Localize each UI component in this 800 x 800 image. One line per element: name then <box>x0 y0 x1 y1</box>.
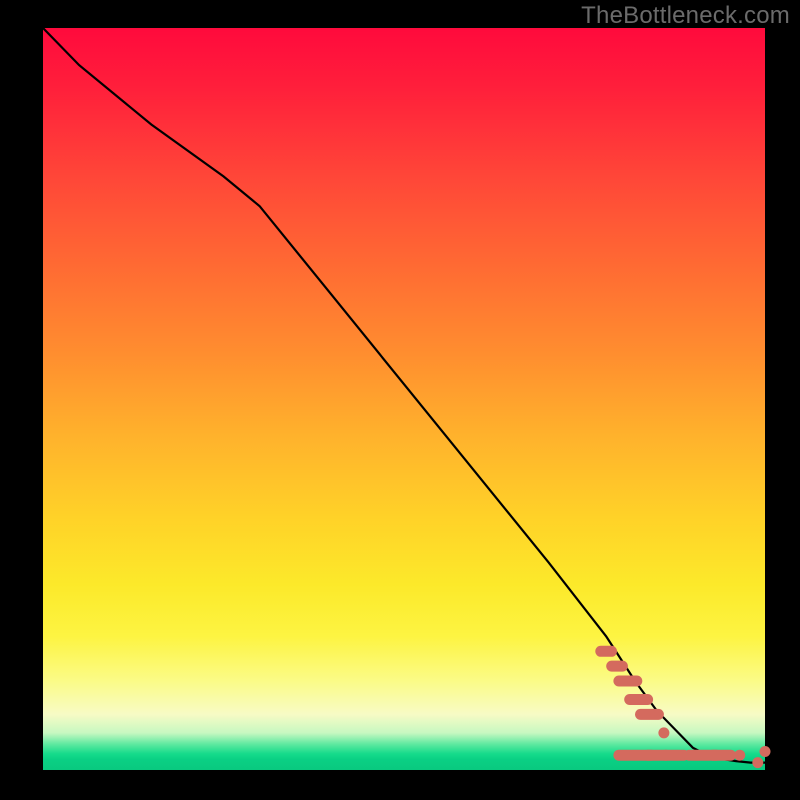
marker-dot <box>734 750 745 761</box>
marker-dash <box>624 694 653 705</box>
marker-dot <box>760 746 771 757</box>
watermark-text: TheBottleneck.com <box>581 2 790 30</box>
marker-dash <box>707 750 736 761</box>
marker-dash <box>595 646 617 657</box>
marker-dot <box>752 757 763 768</box>
plot-area <box>43 28 765 770</box>
curve-markers <box>595 646 770 768</box>
marker-dot <box>658 727 669 738</box>
bottleneck-curve-line <box>43 28 765 763</box>
chart-frame: TheBottleneck.com <box>0 0 800 800</box>
marker-dash <box>635 709 664 720</box>
chart-svg <box>43 28 765 770</box>
marker-dash <box>613 676 642 687</box>
marker-dash <box>606 661 628 672</box>
